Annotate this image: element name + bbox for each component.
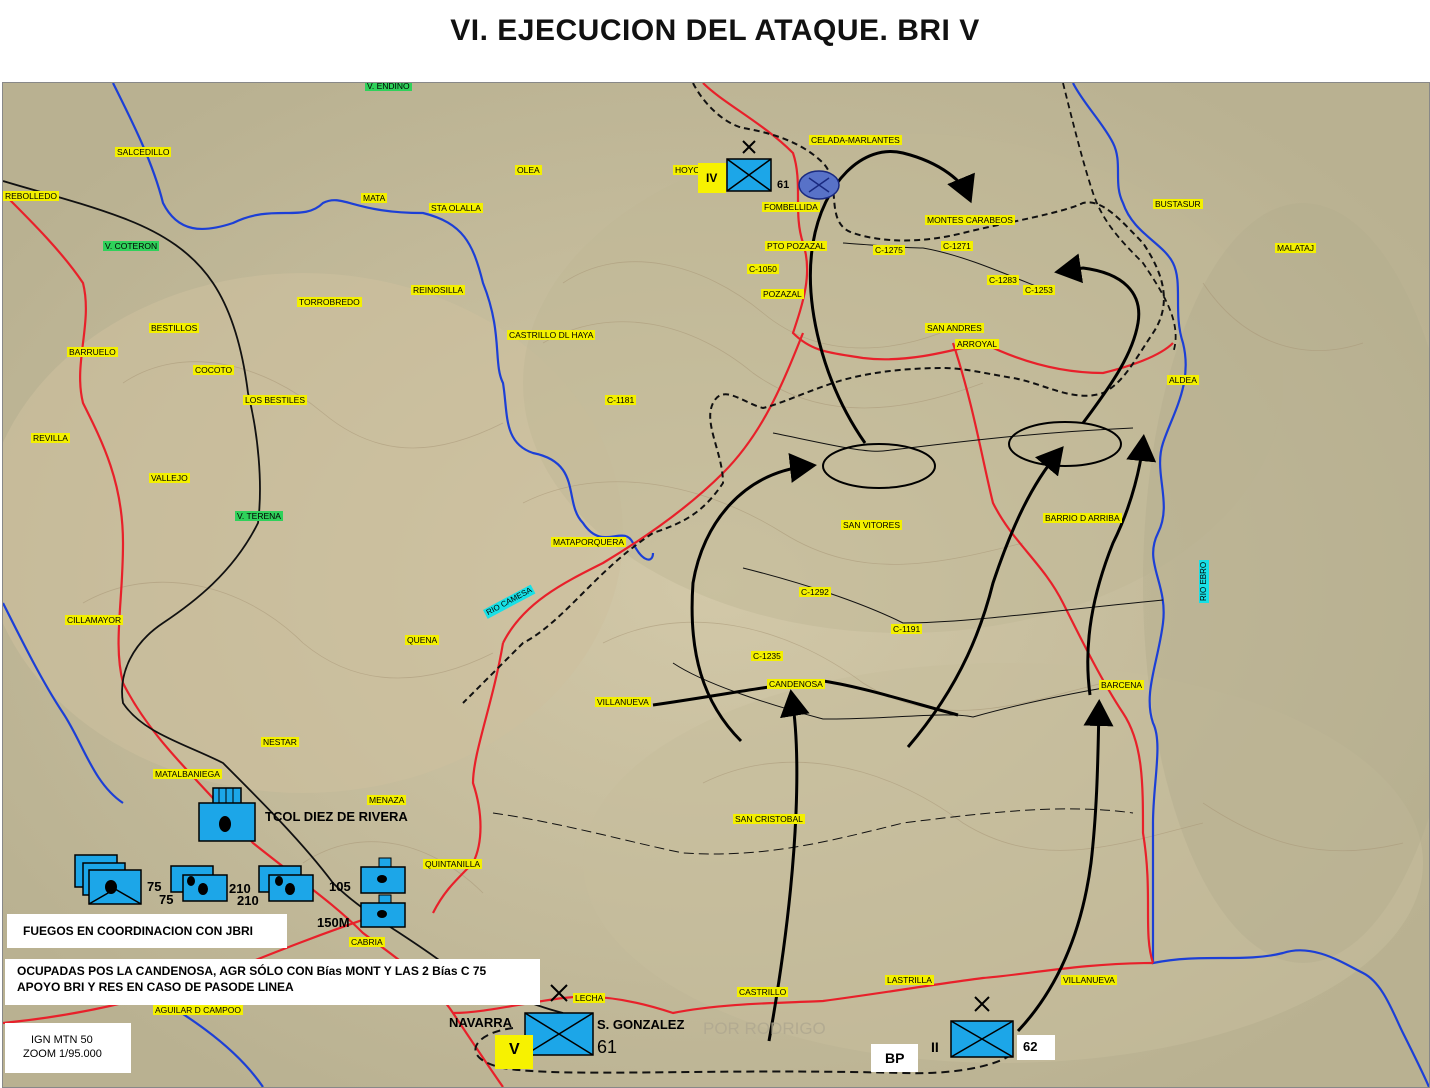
place-label-castrillo: CASTRILLO [737,987,789,997]
place-label-v-terena: V. TERENA [235,511,283,521]
place-label-aguilar: AGUILAR D CAMPOO [153,1005,243,1015]
place-label-c1050: C-1050 [747,264,779,274]
place-label-v-endino: V. ENDINO [365,82,412,91]
place-label-nestar: NESTAR [261,737,299,747]
place-label-pto-pozazal: PTO POZAZAL [765,241,828,251]
faded-label: POR RODRIGO [703,1019,826,1038]
unit-ii-tag: II [931,1039,939,1055]
place-label-v-coteron: V. COTERON [103,241,160,251]
navarra-label: NAVARRA [449,1015,513,1030]
unit-iv-number: 61 [777,179,790,191]
place-label-c1235: C-1235 [751,651,783,661]
place-label-matalbaniega: MATALBANIEGA [153,769,222,779]
place-label-vallejo: VALLEJO [149,473,190,483]
place-label-c1283: C-1283 [987,275,1019,285]
ocupadas-note: OCUPADAS POS LA CANDENOSA, AGR SÓLO CON … [5,959,540,1005]
fuegos-note: FUEGOS EN COORDINACION CON JBRI [7,914,287,948]
place-label-cillamayor: CILLAMAYOR [65,615,124,625]
place-label-c1275: C-1275 [873,245,905,255]
unit-iv-tag: IV [706,171,718,185]
river-label-ebro: RIO EBRO [1199,559,1209,603]
s-gonzalez-label: S. GONZALEZ [597,1017,685,1032]
art-150-label: 150M [317,915,350,930]
place-label-sta-olalla: STA OLALLA [429,203,483,213]
hq-label: TCOL DIEZ DE RIVERA [265,809,408,824]
place-label-castrillo-haya: CASTRILLO DL HAYA [507,330,596,340]
unit-v-tag: V [509,1041,520,1058]
place-label-torrobredo: TORROBREDO [297,297,362,307]
place-label-san-vitores: SAN VITORES [841,520,902,530]
place-label-villanueva-2: VILLANUEVA [1061,975,1117,985]
place-label-lastrilla: LASTRILLA [885,975,934,985]
place-label-cabria: CABRIA [349,937,385,947]
fuegos-text: FUEGOS EN COORDINACION CON JBRI [23,924,254,938]
place-label-reinosilla: REINOSILLA [411,285,466,295]
place-label-menaza: MENAZA [367,795,407,805]
place-label-lecha: LECHA [573,993,606,1003]
place-label-cocoto: COCOTO [193,365,235,375]
place-label-quintanilla: QUINTANILLA [423,859,483,869]
place-label-hoyos: HOYOS [673,165,708,175]
art-105-label: 105 [329,879,351,894]
place-label-barcena: BARCENA [1099,680,1145,690]
place-label-arroyal: ARROYAL [955,339,999,349]
place-label-c1271: C-1271 [941,241,973,251]
place-label-san-andres: SAN ANDRES [925,323,984,333]
art-75b-label: 75 [159,892,174,907]
place-label-malataj: MALATAJ [1275,243,1316,253]
place-label-pozazal: POZAZAL [761,289,804,299]
place-label-celada: CELADA-MARLANTES [809,135,902,145]
place-label-montes-carabeos: MONTES CARABEOS [925,215,1015,225]
place-label-c1253: C-1253 [1023,285,1055,295]
place-label-c1191: C-1191 [891,624,923,634]
bp-label: BP [871,1044,919,1072]
place-label-san-cristobal: SAN CRISTOBAL [733,814,805,824]
place-label-mata: MATA [361,193,388,203]
place-label-los-bestiles: LOS BESTILES [243,395,307,405]
place-label-bustasur: BUSTASUR [1153,199,1203,209]
place-label-mataporquera: MATAPORQUERA [551,537,626,547]
place-label-bestillos: BESTILLOS [149,323,200,333]
place-label-quena: QUENA [405,635,440,645]
place-label-aldea: ALDEA [1167,375,1199,385]
place-label-villanueva-1: VILLANUEVA [595,697,651,707]
place-label-olea: OLEA [515,165,542,175]
scale-line-1: IGN MTN 50 [31,1034,93,1046]
place-label-c1292: C-1292 [799,587,831,597]
scale-note: IGN MTN 50 ZOOM 1/95.000 [5,1023,131,1073]
place-label-barrio-arriba: BARRIO D ARRIBA [1043,513,1122,523]
place-label-barruelo: BARRUELO [67,347,118,357]
scale-line-2: ZOOM 1/95.000 [23,1048,102,1060]
unit-ii-number: 62 [1017,1035,1056,1060]
place-label-revilla: REVILLA [31,433,70,443]
place-label-salcedillo: SALCEDILLO [115,147,172,157]
unit-v-number: 61 [597,1037,618,1057]
art-210b-label: 210 [237,893,259,908]
ocupadas-line-2: APOYO BRI Y RES EN CASO DE PASODE LINEA [17,980,294,994]
map-frame: V. ENDINO SALCEDILLO OLEA HOYOS CELADA-MARLA… [2,82,1430,1088]
map-title: VI. EJECUCION DEL ATAQUE. BRI V [450,14,980,47]
place-label-fombellida: FOMBELLIDA [762,202,820,212]
ocupadas-line-1: OCUPADAS POS LA CANDENOSA, AGR SÓLO CON … [17,964,487,978]
place-label-c1181: C-1181 [605,395,637,405]
place-label-candenosa: CANDENOSA [767,679,825,689]
place-label-rebolledo: REBOLLEDO [3,191,59,201]
